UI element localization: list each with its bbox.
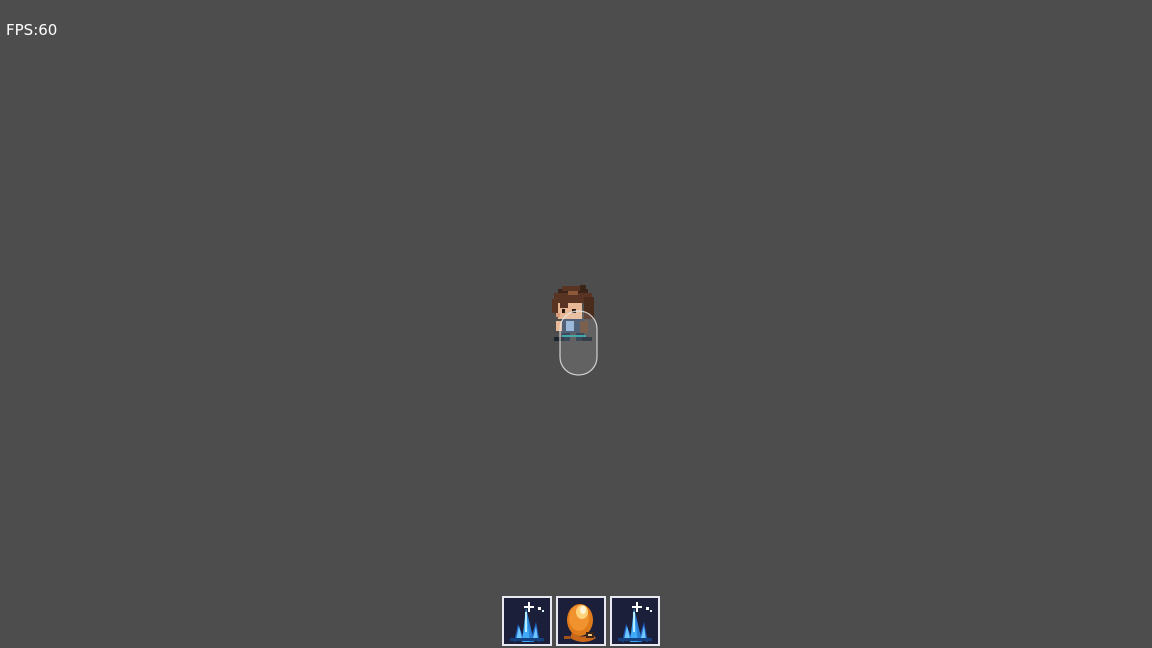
blue-crystal-icon [504,598,550,644]
hotbar-slot-3[interactable] [610,596,660,646]
player-collision-capsule [559,310,598,376]
game-viewport: FPS:60 [0,0,1152,648]
player-character [552,285,598,376]
hotbar-slot-1[interactable] [502,596,552,646]
fps-counter: FPS:60 [6,21,58,39]
hotbar [502,596,660,646]
orange-orb-icon [558,598,604,644]
hotbar-slot-2[interactable] [556,596,606,646]
blue-crystal-icon [612,598,658,644]
